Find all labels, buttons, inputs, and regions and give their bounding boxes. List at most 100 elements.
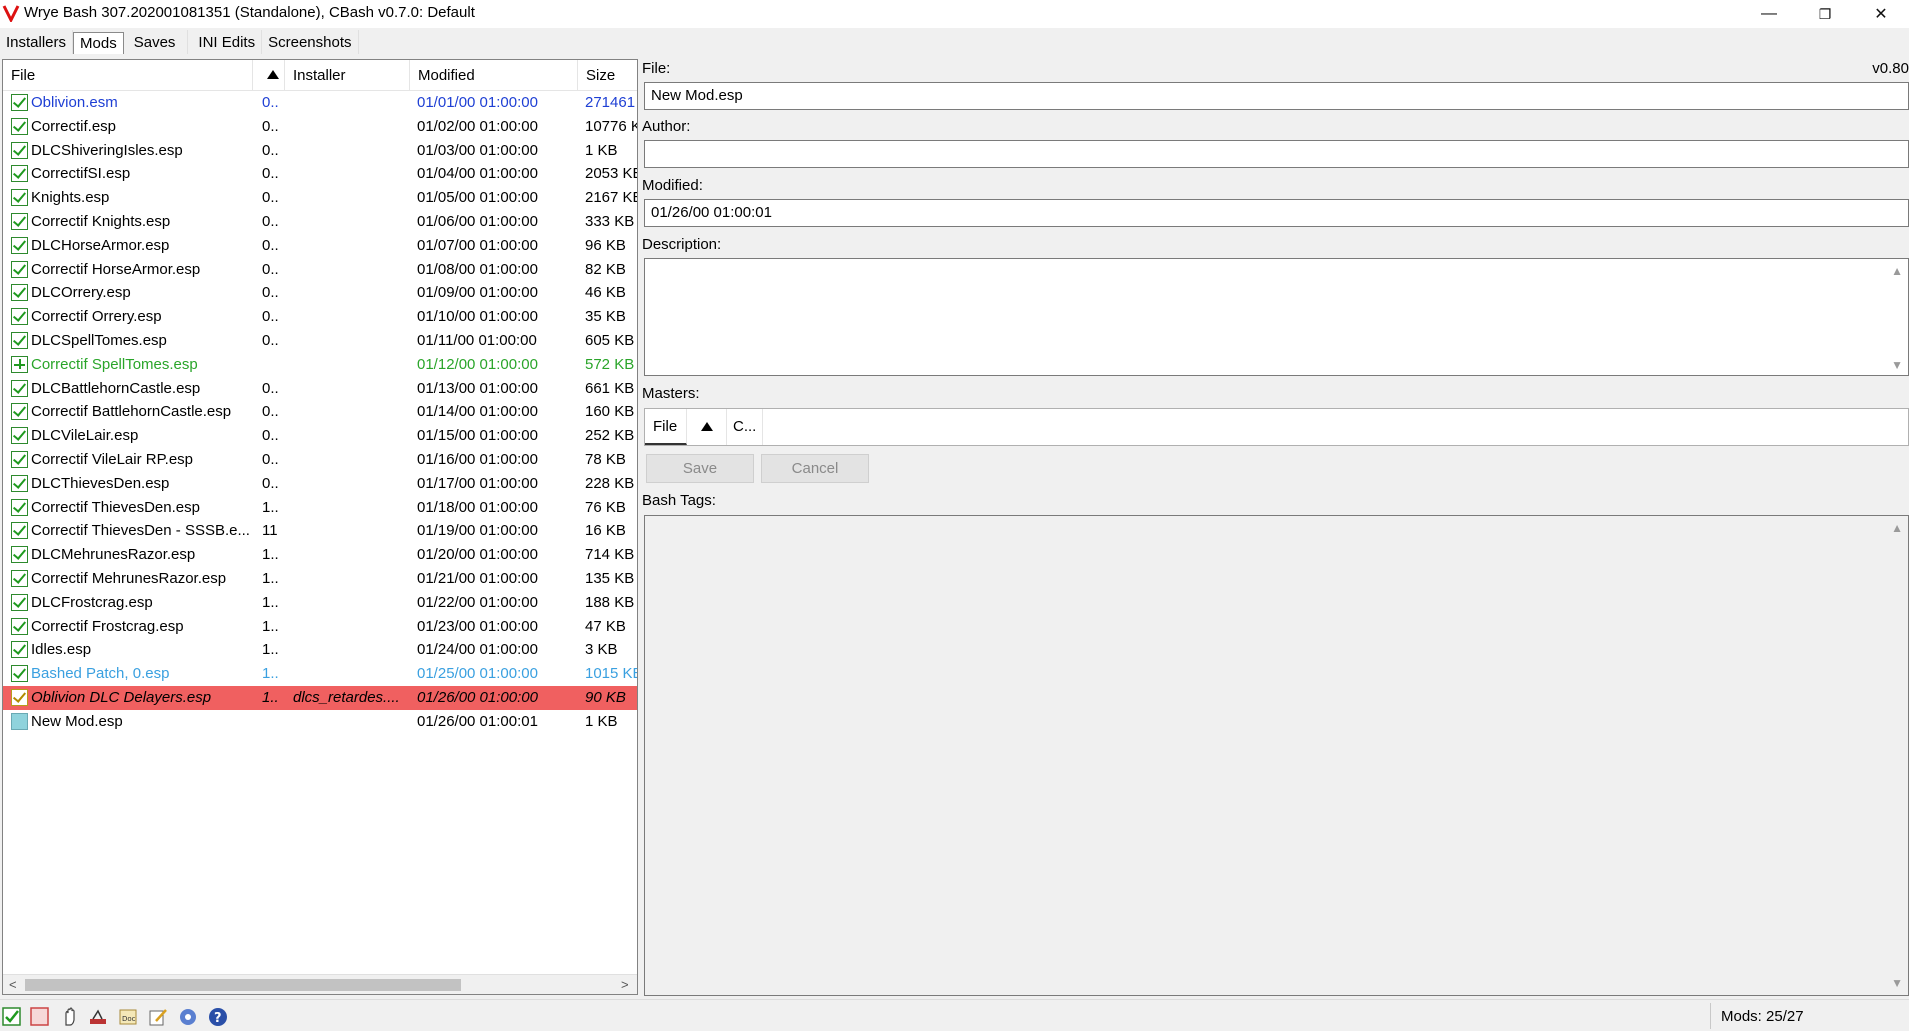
tab-mods[interactable]: Mods (73, 32, 124, 54)
table-row[interactable]: DLCThievesDen.esp 0.. 01/17/00 01:00:00 228… (3, 472, 637, 496)
mod-checkbox[interactable] (11, 593, 28, 611)
table-row[interactable]: Correctif ThievesDen.esp 1.. 01/18/00 01:0… (3, 496, 637, 520)
mod-checkbox[interactable] (11, 688, 28, 706)
help-icon[interactable]: ? (208, 1007, 228, 1027)
scroll-down-icon[interactable]: ▼ (1891, 976, 1903, 990)
mod-checkbox[interactable] (11, 94, 28, 111)
scroll-right-icon[interactable]: > (621, 977, 629, 992)
table-row[interactable]: DLCFrostcrag.esp 1.. 01/22/00 01:00:00 188 … (3, 591, 637, 615)
mod-checkbox[interactable] (11, 474, 28, 492)
table-row[interactable]: Correctif HorseArmor.esp 0.. 01/08/00 01:0… (3, 258, 637, 282)
mod-checkbox[interactable] (11, 117, 28, 135)
mod-checkbox[interactable] (11, 403, 28, 421)
author-field[interactable] (644, 140, 1909, 168)
mod-file-name: Correctif Orrery.esp (31, 308, 162, 326)
mod-checkbox[interactable] (11, 427, 28, 445)
mod-checkbox[interactable] (11, 308, 28, 326)
column-header-installer[interactable]: Installer (285, 60, 410, 91)
mod-checkbox[interactable] (11, 165, 28, 183)
table-row[interactable]: Knights.esp 0.. 01/05/00 01:00:00 2167 KB (3, 186, 637, 210)
mod-checkbox[interactable] (11, 236, 28, 254)
mod-modified-date: 01/17/00 01:00:00 (417, 474, 538, 492)
tab-installers[interactable]: Installers (0, 30, 74, 54)
table-row[interactable]: Correctif SpellTomes.esp 01/12/00 01:00:0… (3, 353, 637, 377)
mod-checkbox[interactable] (11, 260, 28, 278)
save-button[interactable]: Save (646, 454, 754, 483)
table-row[interactable]: DLCVileLair.esp 0.. 01/15/00 01:00:00 252 K… (3, 424, 637, 448)
scroll-up-icon[interactable]: ▲ (1891, 521, 1903, 535)
modified-field[interactable]: 01/26/00 01:00:01 (644, 199, 1909, 227)
mod-checkbox[interactable] (11, 569, 28, 587)
mod-checkbox[interactable] (11, 212, 28, 230)
file-name-field[interactable]: New Mod.esp (644, 82, 1909, 110)
table-row[interactable]: Oblivion.esm 0.. 01/01/00 01:00:00 271461 (3, 91, 637, 115)
mod-checkbox[interactable] (11, 522, 28, 540)
cancel-button[interactable]: Cancel (761, 454, 869, 483)
mod-checkbox[interactable] (11, 712, 28, 730)
horizontal-scrollbar[interactable]: < > (3, 974, 637, 994)
table-row[interactable]: Correctif MehrunesRazor.esp 1.. 01/21/00 0… (3, 567, 637, 591)
masters-column-sort[interactable] (687, 409, 727, 445)
mod-checkbox[interactable] (11, 546, 28, 564)
table-row[interactable]: DLCSpellTomes.esp 0.. 01/11/00 01:00:00 605… (3, 329, 637, 353)
close-button[interactable]: ✕ (1853, 0, 1909, 28)
tools-icon[interactable] (88, 1007, 108, 1027)
restore-button[interactable]: ❐ (1797, 0, 1853, 28)
mod-checkbox[interactable] (11, 189, 28, 207)
table-row[interactable]: Correctif ThievesDen - SSSB.e... 11 01/19/… (3, 519, 637, 543)
tab-saves[interactable]: Saves (124, 30, 189, 54)
table-row[interactable]: Correctif Frostcrag.esp 1.. 01/23/00 01:00… (3, 615, 637, 639)
description-field[interactable] (644, 258, 1909, 376)
settings-gear-icon[interactable] (178, 1007, 198, 1027)
edit-notepad-icon[interactable] (148, 1007, 168, 1027)
scroll-left-icon[interactable]: < (9, 977, 17, 992)
table-row[interactable]: Correctif BattlehornCastle.esp 0.. 01/14/0… (3, 400, 637, 424)
table-row[interactable]: CorrectifSI.esp 0.. 01/04/00 01:00:00 2053 … (3, 162, 637, 186)
tab-screenshots[interactable]: Screenshots (262, 30, 359, 54)
column-header-file[interactable]: File (3, 60, 253, 91)
masters-column-file[interactable]: File (645, 409, 687, 445)
scroll-up-icon[interactable]: ▲ (1891, 264, 1903, 278)
table-row[interactable]: DLCShiveringIsles.esp 0.. 01/03/00 01:00:0… (3, 139, 637, 163)
scroll-down-icon[interactable]: ▼ (1891, 358, 1903, 372)
mod-checkbox[interactable] (11, 379, 28, 397)
table-row[interactable]: DLCHorseArmor.esp 0.. 01/07/00 01:00:00 96 … (3, 234, 637, 258)
mod-checkbox[interactable] (11, 331, 28, 349)
mod-checkbox[interactable] (11, 450, 28, 468)
tab-ini-edits[interactable]: INI Edits (188, 30, 263, 54)
table-row[interactable]: Oblivion DLC Delayers.esp 1.. dlcs_retarde… (3, 685, 637, 710)
mod-checkbox[interactable] (11, 498, 28, 516)
checkbox-red-icon[interactable] (30, 1007, 50, 1027)
table-row[interactable]: Correctif Knights.esp 0.. 01/06/00 01:00:0… (3, 210, 637, 234)
table-row[interactable]: Bashed Patch, 0.esp 1.. 01/25/00 01:00:00 1… (3, 662, 637, 686)
mod-checkbox[interactable] (11, 641, 28, 659)
table-row[interactable]: DLCMehrunesRazor.esp 1.. 01/20/00 01:00:00… (3, 543, 637, 567)
minimize-button[interactable]: — (1741, 0, 1797, 28)
doc-browser-icon[interactable]: Doc (118, 1007, 138, 1027)
table-row[interactable]: DLCBattlehornCastle.esp 0.. 01/13/00 01:00… (3, 377, 637, 401)
mod-checkbox[interactable] (11, 284, 28, 302)
mod-checkbox[interactable] (11, 617, 28, 635)
sort-ascending-icon (267, 70, 279, 79)
table-row[interactable]: Correctif.esp 0.. 01/02/00 01:00:00 10776 K (3, 115, 637, 139)
table-row[interactable]: New Mod.esp 01/26/00 01:00:01 1 KB (3, 710, 637, 734)
title-bar: Wrye Bash 307.202001081351 (Standalone),… (0, 0, 1909, 28)
table-row[interactable]: Idles.esp 1.. 01/24/00 01:00:00 3 KB (3, 638, 637, 662)
scrollbar-thumb[interactable] (25, 979, 461, 991)
mod-checkbox[interactable] (11, 665, 28, 683)
masters-column-c[interactable]: C... (727, 409, 763, 445)
column-header-modified[interactable]: Modified (410, 60, 578, 91)
mod-checkbox[interactable] (11, 355, 28, 373)
bash-tags-box[interactable] (644, 515, 1909, 996)
hand-icon[interactable] (60, 1007, 80, 1027)
mod-size: 10776 K (585, 117, 637, 135)
checkbox-checked-icon[interactable] (2, 1007, 22, 1027)
column-header-size[interactable]: Size (578, 60, 637, 91)
table-row[interactable]: DLCOrrery.esp 0.. 01/09/00 01:00:00 46 KB (3, 281, 637, 305)
mod-checkbox[interactable] (11, 141, 28, 159)
table-row[interactable]: Correctif Orrery.esp 0.. 01/10/00 01:00:00… (3, 305, 637, 329)
mod-size: 1 KB (585, 141, 618, 159)
mod-modified-date: 01/02/00 01:00:00 (417, 117, 538, 135)
table-row[interactable]: Correctif VileLair RP.esp 0.. 01/16/00 01:… (3, 448, 637, 472)
author-label: Author: (642, 118, 691, 135)
